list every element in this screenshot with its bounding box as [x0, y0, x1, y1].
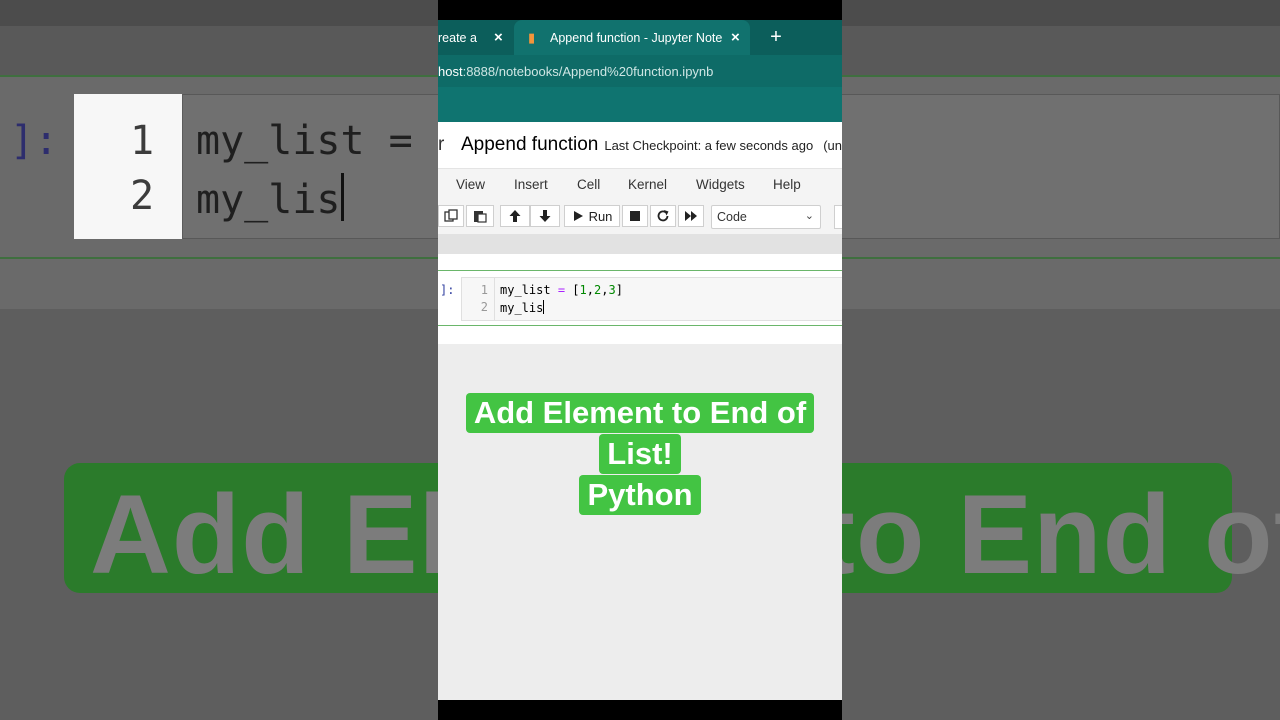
bg-code-line: my_list =	[196, 118, 413, 164]
code-line-2: my_lis	[500, 300, 545, 315]
cell-prompt: ]:	[440, 283, 455, 297]
menu-help[interactable]: Help	[773, 177, 801, 192]
stop-icon	[630, 211, 640, 221]
bg-line-number: 2	[130, 173, 155, 219]
move-up-button[interactable]	[500, 205, 530, 227]
cell-type-value: Code	[717, 210, 747, 224]
tab-append-function[interactable]: ▮ Append function - Jupyter Notebook ×	[514, 20, 750, 55]
notebook-icon: ▮	[528, 29, 536, 45]
jupyter-logo-fragment[interactable]: r	[438, 134, 461, 156]
command-palette-button[interactable]	[834, 205, 842, 229]
run-button[interactable]: Run	[564, 205, 620, 227]
letterbox-bottom	[438, 700, 842, 720]
chevron-down-icon: ⌄	[804, 210, 814, 222]
checkpoint-status: Last Checkpoint: a few seconds ago	[604, 137, 814, 153]
bg-gutter	[74, 94, 183, 239]
line-number: 2	[480, 300, 488, 314]
restart-kernel-button[interactable]	[650, 205, 676, 227]
notebook-page: ]: 1 2 my_list = [1,2,3] my_lis	[438, 254, 842, 344]
text-cursor	[543, 300, 545, 314]
tab-previous[interactable]: reate a n ×	[438, 20, 514, 55]
video-caption: Add Element to End of List! Python	[438, 393, 842, 516]
menu-cell[interactable]: Cell	[577, 177, 600, 192]
tab-title: Append function - Jupyter Notebook	[550, 30, 722, 45]
bg-line-number: 1	[130, 118, 155, 164]
copy-icon	[444, 209, 458, 222]
menu-bar: View Insert Cell Kernel Widgets Help	[438, 168, 842, 201]
restart-run-all-button[interactable]	[678, 205, 704, 227]
bg-prompt: ]:	[10, 118, 59, 164]
bg-code-line: my_lis	[196, 173, 344, 223]
run-label: Run	[588, 208, 613, 224]
tab-title: reate a n	[438, 30, 478, 45]
notebook-gutter	[438, 234, 842, 254]
code-line-1: my_list = [1,2,3]	[500, 283, 623, 297]
browser-tab-bar: reate a n × ▮ Append function - Jupyter …	[438, 20, 842, 55]
restart-icon	[657, 210, 669, 222]
line-number-gutter: 1 2	[462, 278, 495, 320]
interrupt-kernel-button[interactable]	[622, 205, 648, 227]
code-editor[interactable]: 1 2 my_list = [1,2,3] my_lis	[461, 277, 842, 321]
address-bar[interactable]: host:8888/notebooks/Append%20function.ip…	[438, 55, 842, 87]
close-icon[interactable]: ×	[494, 29, 503, 46]
url-path: :8888/notebooks/Append%20function.ipynb	[462, 63, 714, 79]
notebook-toolbar: Run Code ⌄	[438, 200, 842, 234]
url-host: host	[438, 63, 463, 79]
caption-line: Add Element to End of	[465, 393, 815, 433]
menu-view[interactable]: View	[456, 177, 485, 192]
save-status: (un	[823, 137, 842, 153]
menu-insert[interactable]: Insert	[514, 177, 548, 192]
notebook-header: r Append function Last Checkpoint: a few…	[438, 122, 842, 168]
line-number: 1	[480, 283, 488, 297]
close-icon[interactable]: ×	[731, 29, 740, 46]
cell-type-select[interactable]: Code ⌄	[711, 205, 821, 229]
caption-line: List!	[599, 434, 681, 474]
fast-forward-icon	[685, 211, 697, 221]
caption-line: Python	[579, 475, 701, 515]
play-icon	[573, 211, 583, 221]
video-frame: reate a n × ▮ Append function - Jupyter …	[438, 0, 842, 720]
letterbox-top	[438, 0, 842, 20]
arrow-up-icon	[509, 210, 521, 222]
arrow-down-icon	[539, 210, 551, 222]
menu-widgets[interactable]: Widgets	[696, 177, 745, 192]
notebook-title[interactable]: Append function	[461, 134, 598, 156]
move-down-button[interactable]	[530, 205, 560, 227]
new-tab-icon[interactable]: +	[766, 20, 786, 55]
browser-toolbar-strip	[438, 87, 842, 122]
paste-icon	[474, 211, 487, 223]
copy-cell-button[interactable]	[438, 205, 464, 227]
code-cell[interactable]: ]: 1 2 my_list = [1,2,3] my_lis	[438, 270, 842, 326]
paste-cell-button[interactable]	[466, 205, 494, 227]
menu-kernel[interactable]: Kernel	[628, 177, 667, 192]
